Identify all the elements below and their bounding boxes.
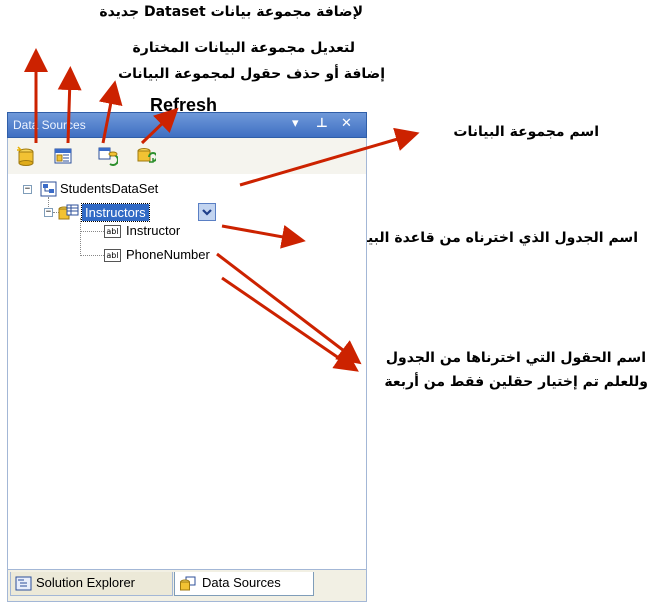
table-dropdown-button[interactable] — [198, 203, 216, 221]
collapse-table-toggle[interactable]: − — [44, 208, 53, 217]
tab-solution-explorer[interactable]: Solution Explorer — [10, 572, 173, 596]
annotation-fields-line1: اسم الحقول التي اخترناها من الجدول — [385, 350, 646, 366]
panel-tab-strip: Solution Explorer Data Sources — [7, 570, 367, 602]
data-sources-panel: Data Sources ▾ ⊥ ✕ − StudentsDataSet − I… — [7, 112, 367, 602]
tab-label: Data Sources — [202, 575, 281, 590]
tree-item-dataset[interactable]: StudentsDataSet — [60, 181, 158, 196]
add-dataset-button[interactable] — [16, 146, 36, 166]
solution-explorer-icon — [15, 576, 32, 591]
refresh-button[interactable] — [136, 146, 156, 166]
configure-fields-button[interactable] — [98, 146, 118, 166]
pin-icon[interactable]: ⊥ — [316, 116, 328, 131]
tree-item-field[interactable]: Instructor — [126, 223, 180, 238]
tab-label: Solution Explorer — [36, 575, 135, 590]
close-icon[interactable]: ✕ — [341, 116, 352, 131]
tab-data-sources[interactable]: Data Sources — [174, 572, 314, 596]
tree-item-table[interactable]: Instructors — [81, 203, 150, 222]
data-sources-icon — [180, 576, 196, 591]
annotation-add-remove-fields: إضافة أو حذف حقول لمجموعة البيانات — [118, 66, 385, 82]
edit-dataset-button[interactable] — [53, 146, 73, 166]
dataset-icon — [40, 181, 57, 197]
panel-title-bar[interactable]: Data Sources ▾ ⊥ ✕ — [7, 112, 367, 138]
annotation-add-dataset: لإضافة مجموعة بيانات Dataset جديدة — [99, 4, 363, 20]
chevron-down-icon — [202, 209, 212, 216]
annotation-dataset-name: اسم مجموعة البيانات — [453, 124, 599, 140]
panel-toolbar — [7, 138, 367, 174]
data-sources-tree: − StudentsDataSet − Instructors abl Inst… — [7, 174, 367, 570]
collapse-dataset-toggle[interactable]: − — [23, 185, 32, 194]
window-position-icon[interactable]: ▾ — [292, 116, 299, 131]
tree-item-field[interactable]: PhoneNumber — [126, 247, 210, 262]
text-field-icon: abl — [104, 249, 121, 262]
annotation-edit-dataset: لتعديل مجموعة البيانات المختارة — [132, 40, 355, 56]
table-icon — [58, 204, 79, 220]
panel-title: Data Sources — [13, 118, 86, 132]
annotation-fields-line2: وللعلم تم إختيار حقلين فقط من أربعة — [384, 374, 648, 390]
text-field-icon: abl — [104, 225, 121, 238]
